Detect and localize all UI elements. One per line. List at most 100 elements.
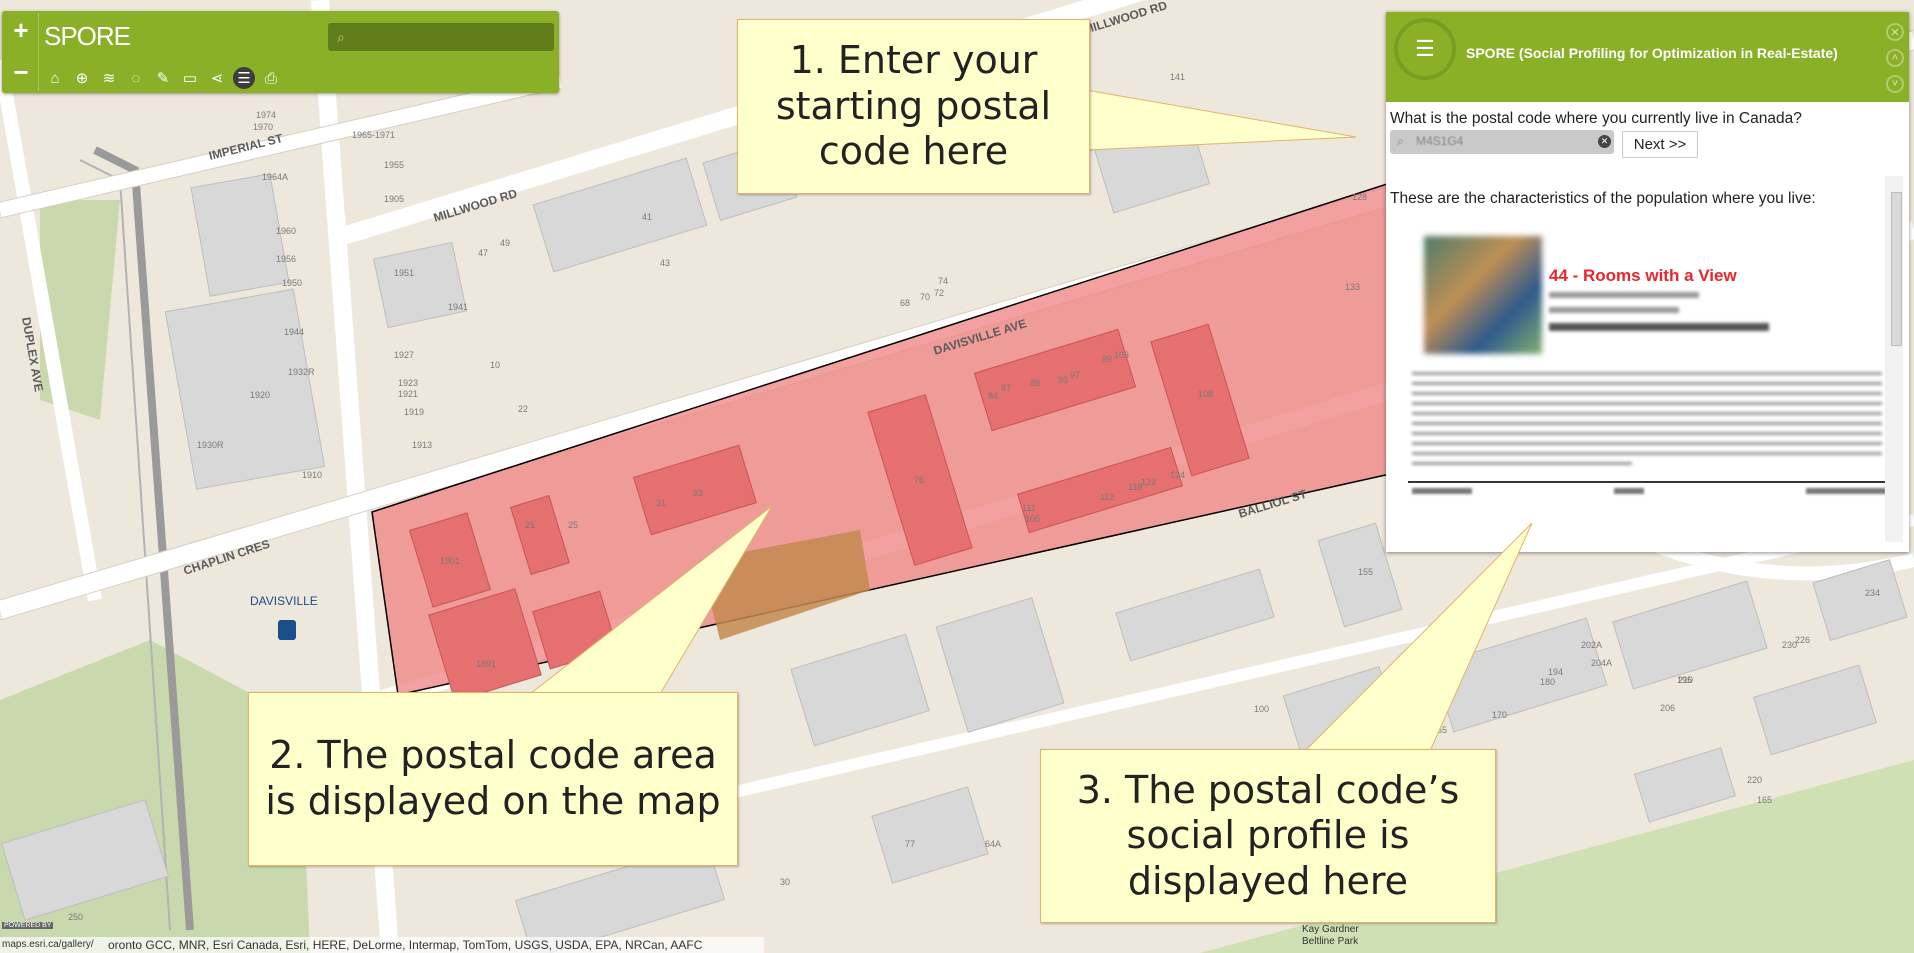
blurred-text [1412,462,1632,465]
park-label: Kay Gardner [1302,924,1359,935]
park-label: Beltline Park [1302,936,1359,947]
chevron-down-icon[interactable]: ˅ [1886,75,1904,93]
layers-icon[interactable]: ≋ [98,67,120,89]
chevron-up-icon[interactable]: ˄ [1886,49,1904,67]
address-number: 1927 [394,350,414,360]
address-number: 49 [500,238,510,248]
address-number: 25 [568,520,578,530]
address-number: 1923 [398,378,418,388]
address-number: 1965-1971 [352,130,395,140]
address-number: 230 [1782,640,1797,650]
search-icon: ⌕ [337,29,345,45]
postal-question: What is the postal code where you curren… [1390,110,1802,127]
pencil-icon[interactable]: ✎ [152,67,174,89]
address-number: 202A [1581,640,1602,650]
station-label: DAVISVILLE [250,594,318,608]
address-number: 30 [780,877,790,887]
address-number: 112 [1100,492,1114,502]
address-number: 64A [985,839,1001,849]
zoom-out-button[interactable]: − [8,59,34,87]
blurred-text [1412,432,1882,435]
blurred-text [1412,402,1882,405]
blurred-text [1412,422,1882,425]
address-number: 1951 [394,268,414,278]
address-number: 1891 [476,659,496,669]
address-number: 1955 [384,160,404,170]
address-number: 141 [1170,72,1185,82]
address-number: 10 [490,360,500,370]
profile-title: 44 - Rooms with a View [1549,266,1737,285]
address-number: 21 [525,520,535,530]
blurred-text [1614,488,1644,494]
address-number: 206 [1660,703,1675,713]
address-number: 77 [905,839,915,849]
powered-by-badge: POWERED BY [2,922,54,929]
address-number: 1932R [288,367,315,377]
blurred-text [1806,488,1886,494]
address-number: 1910 [302,470,322,480]
address-number: 1941 [448,302,468,312]
address-number: 226 [1795,635,1810,645]
locate-icon[interactable]: ⊕ [71,67,93,89]
address-number: 99 [1102,354,1112,364]
address-number: 1960 [276,226,296,236]
address-number: 1901 [440,556,460,566]
callout-step-3: 3. The postal code’s social profile is d… [1040,749,1496,923]
address-number: 1930R [197,440,224,450]
address-number: 1944 [284,327,304,337]
list-icon[interactable]: ☰ [233,67,255,89]
address-number: 1921 [398,389,418,399]
address-number: 108 [1198,389,1213,399]
comment-icon[interactable]: ▭ [179,67,201,89]
clear-icon[interactable]: ✕ [1598,135,1611,148]
address-number: 100 [1254,704,1269,714]
address-number: 68 [900,298,910,308]
address-number: 170 [1492,710,1507,720]
address-number: 33 [693,488,703,498]
address-number: 210 [1678,675,1693,685]
address-number: 74 [938,276,948,286]
address-number: 72 [934,288,944,298]
list-icon[interactable]: ☰ [1394,18,1456,80]
next-button[interactable]: Next >> [1622,131,1698,158]
callout-step-2: 2. The postal code area is displayed on … [248,692,738,866]
close-icon[interactable]: ✕ [1886,23,1904,41]
address-number: 234 [1865,588,1880,598]
address-number: 124 [1170,470,1185,480]
panel-header: ☰ SPORE (Social Profiling for Optimizati… [1386,12,1909,102]
postal-code-value: M4S1G4 [1416,134,1464,148]
address-number: 41 [642,212,652,222]
address-number: 103 [1114,350,1129,360]
search-input[interactable]: ⌕ [328,23,554,51]
address-number: 111 [1022,503,1036,513]
attribution-url[interactable]: maps.esri.ca/gallery/ [2,939,94,950]
address-number: 128 [1352,192,1367,202]
address-number: 1956 [276,254,296,264]
address-number: 1970 [253,122,273,132]
blurred-text [1412,372,1882,375]
address-number: 87 [1001,383,1011,393]
scroll-thumb[interactable] [1891,192,1902,346]
subway-icon [278,620,296,640]
address-number: 93 [1058,375,1068,385]
tool-row: ⌂ ⊕ ≋ ◌ ✎ ▭ ⋖ ☰ ⎙ [44,67,282,89]
address-number: 204A [1591,658,1612,668]
address-number: 250 [68,912,83,922]
postal-code-input[interactable]: ⌕ M4S1G4 ✕ [1390,130,1614,154]
address-number: 122 [1141,477,1156,487]
address-number: 22 [518,404,528,414]
share-icon[interactable]: ⋖ [206,67,228,89]
zoom-in-button[interactable]: + [8,17,34,45]
address-number: 1964A [262,172,288,182]
address-number: 155 [1358,567,1373,577]
attribution-text: oronto GCC, MNR, Esri Canada, Esri, HERE… [108,938,703,952]
blurred-text [1412,452,1882,455]
home-icon[interactable]: ⌂ [44,67,66,89]
draw-icon[interactable]: ◌ [125,67,147,89]
divider [38,13,39,91]
attribution-bar: maps.esri.ca/gallery/ oronto GCC, MNR, E… [0,937,764,953]
blurred-text [1412,382,1882,385]
address-number: 1950 [282,278,302,288]
search-icon: ⌕ [1397,134,1404,148]
print-icon[interactable]: ⎙ [260,67,282,89]
